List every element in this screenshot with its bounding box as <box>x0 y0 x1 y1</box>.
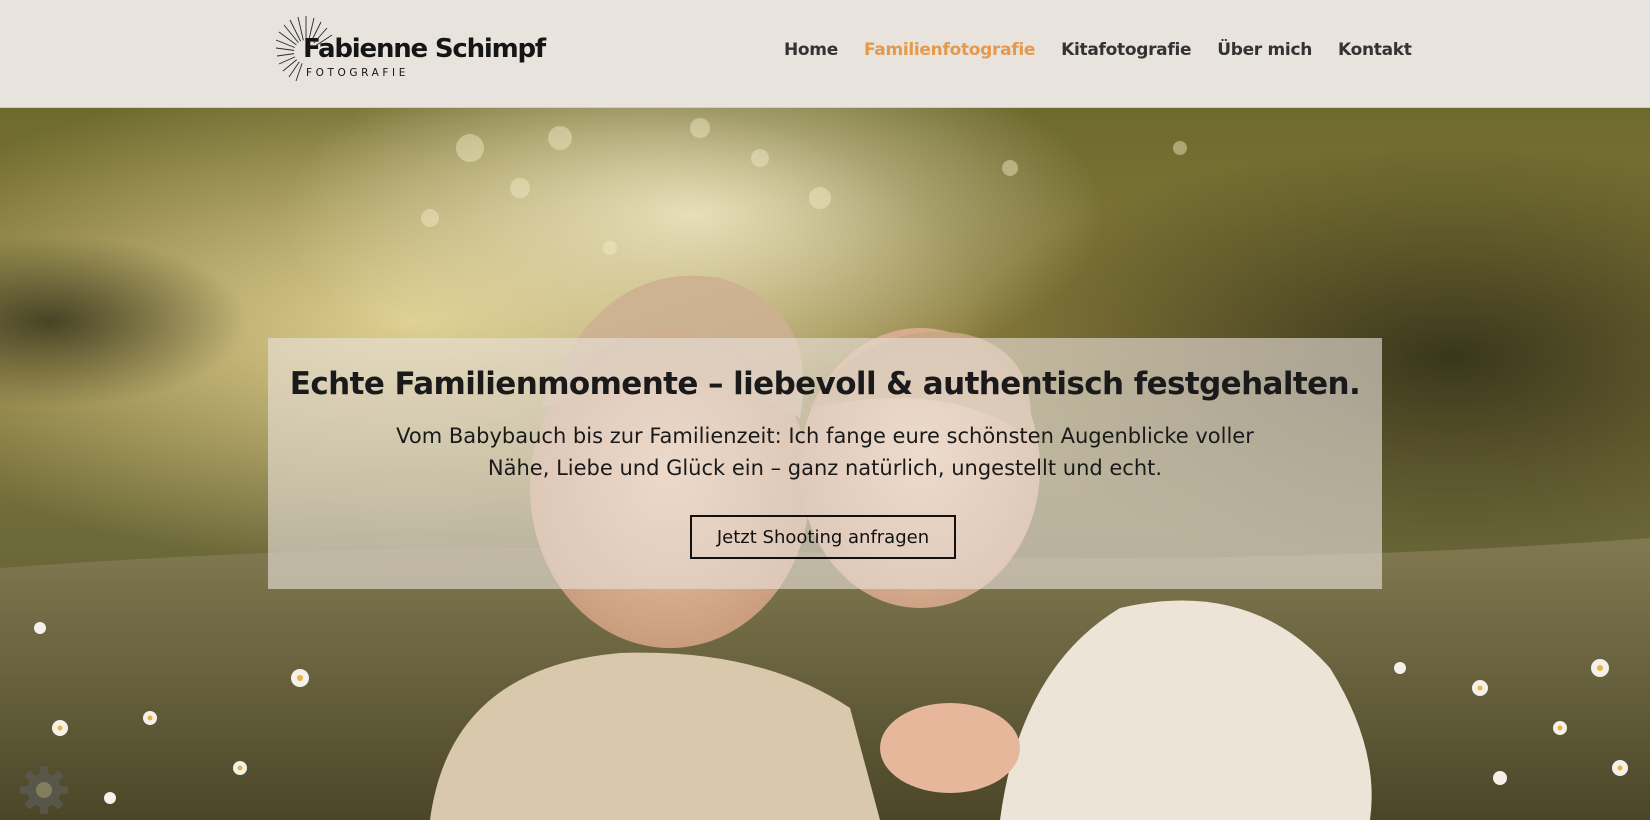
nav-item-familienfotografie[interactable]: Familienfotografie <box>864 40 1035 64</box>
hero-section: Echte Familienmomente – liebevoll & auth… <box>0 108 1650 820</box>
logo-subtitle: FOTOGRAFIE <box>306 67 409 79</box>
gear-icon[interactable] <box>18 764 70 816</box>
request-shooting-button[interactable]: Jetzt Shooting anfragen <box>690 515 956 559</box>
nav-item-kitafotografie[interactable]: Kitafotografie <box>1061 40 1191 64</box>
logo-name: Fabienne Schimpf <box>303 34 546 64</box>
site-header: Fabienne Schimpf FOTOGRAFIE Home Familie… <box>0 0 1650 108</box>
hero-subline: Vom Babybauch bis zur Familienzeit: Ich … <box>328 420 1322 484</box>
hero-headline: Echte Familienmomente – liebevoll & auth… <box>289 366 1361 402</box>
site-logo[interactable]: Fabienne Schimpf FOTOGRAFIE <box>276 14 546 84</box>
nav-item-ueber-mich[interactable]: Über mich <box>1217 40 1312 64</box>
nav-item-kontakt[interactable]: Kontakt <box>1338 40 1412 64</box>
hero-text-box: Echte Familienmomente – liebevoll & auth… <box>268 338 1382 589</box>
main-navigation: Home Familienfotografie Kitafotografie Ü… <box>784 40 1412 64</box>
nav-item-home[interactable]: Home <box>784 40 838 64</box>
hero-subline-line2: Nähe, Liebe und Glück ein – ganz natürli… <box>487 456 1163 480</box>
hero-subline-line1: Vom Babybauch bis zur Familienzeit: Ich … <box>396 424 1254 448</box>
